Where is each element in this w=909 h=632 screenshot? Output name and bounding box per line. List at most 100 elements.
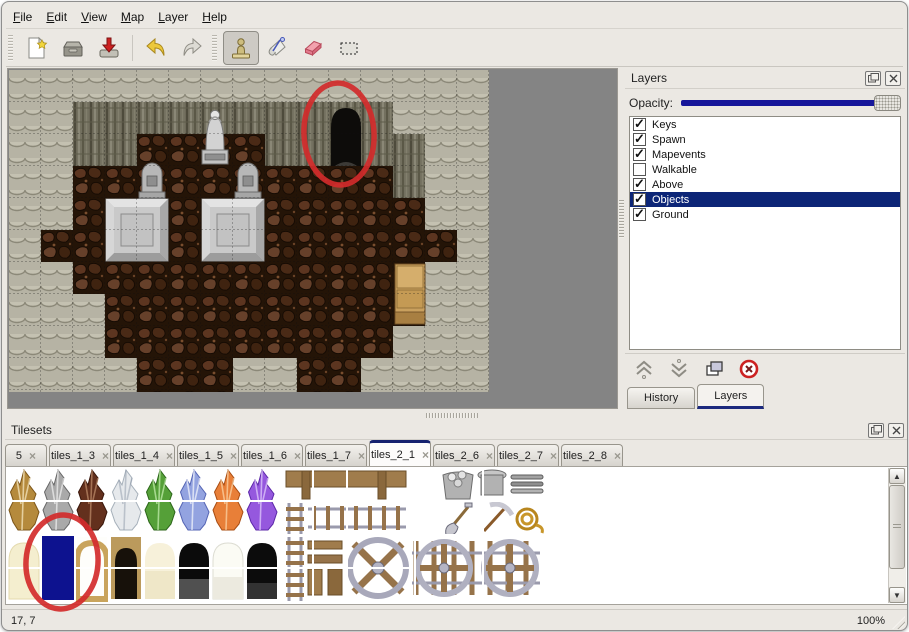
opacity-slider[interactable] (681, 95, 901, 111)
panel-tab[interactable]: Layers (697, 384, 764, 409)
panel-tab[interactable]: History (627, 387, 695, 409)
layer-visibility-checkbox[interactable] (633, 163, 646, 176)
float-icon (868, 73, 879, 83)
tileset-content[interactable]: ▲ ▼ (5, 466, 908, 605)
tilesets-panel-titlebar: Tilesets (5, 421, 908, 440)
tilesets-panel-title: Tilesets (5, 423, 868, 437)
opacity-slider-track[interactable] (681, 100, 899, 106)
redo-button[interactable] (174, 31, 210, 65)
float-panel-button[interactable] (865, 71, 881, 86)
selected-tile-highlight[interactable] (42, 536, 74, 600)
menu-item[interactable]: View (74, 8, 114, 26)
menu-item[interactable]: Map (114, 8, 151, 26)
layer-row[interactable]: Above (630, 177, 900, 192)
horizontal-splitter[interactable] (2, 409, 908, 421)
tileset-tab-label: tiles_2_8 (563, 450, 607, 462)
opacity-row: Opacity: (629, 92, 901, 114)
undo-button[interactable] (138, 31, 174, 65)
map-tiles[interactable] (9, 70, 489, 392)
float-panel-button[interactable] (868, 423, 884, 438)
map-editor-window: FileEditViewMapLayerHelp (1, 1, 908, 631)
save-icon (96, 35, 122, 61)
tileset-tab-label: tiles_2_7 (499, 450, 543, 462)
open-folder-icon (60, 35, 86, 61)
save-map-button[interactable] (91, 31, 127, 65)
tab-close-icon[interactable] (550, 450, 557, 462)
tab-close-icon[interactable] (166, 450, 173, 462)
tilesets-panel: Tilesets 5 tiles (5, 421, 908, 607)
layer-name: Mapevents (652, 149, 706, 161)
splitter-grip[interactable] (619, 200, 624, 238)
tileset-tab[interactable]: tiles_2_7 (497, 444, 559, 467)
layer-row[interactable]: Mapevents (630, 147, 900, 162)
layer-row[interactable]: Objects (630, 192, 900, 207)
tileset-tab[interactable]: tiles_1_4 (113, 444, 175, 467)
eraser-tool-button[interactable] (295, 31, 331, 65)
close-icon (892, 426, 901, 435)
tileset-scrollbar[interactable]: ▲ ▼ (888, 468, 906, 603)
new-map-button[interactable] (19, 31, 55, 65)
tab-close-icon[interactable] (486, 450, 493, 462)
tileset-tab[interactable]: tiles_2_6 (433, 444, 495, 467)
fill-tool-button[interactable] (259, 31, 295, 65)
layer-visibility-checkbox[interactable] (633, 193, 646, 206)
tab-close-icon[interactable] (294, 450, 301, 462)
lower-layer-button[interactable] (666, 357, 691, 381)
tileset-tab[interactable]: tiles_1_3 (49, 444, 111, 467)
map-canvas[interactable] (7, 68, 618, 409)
layer-visibility-checkbox[interactable] (633, 178, 646, 191)
tileset-tab[interactable]: tiles_1_6 (241, 444, 303, 467)
delete-layer-button[interactable] (736, 357, 761, 381)
toolbar-grip[interactable] (212, 35, 217, 61)
tab-close-icon[interactable] (29, 450, 36, 462)
tileset-tab-label: tiles_1_7 (307, 450, 351, 462)
tileset-tab[interactable]: tiles_1_5 (177, 444, 239, 467)
tileset-tiles[interactable] (6, 467, 566, 604)
layer-row[interactable]: Ground (630, 207, 900, 222)
splitter-grip[interactable] (426, 413, 478, 418)
tileset-tab-label: tiles_1_4 (115, 450, 159, 462)
tileset-tab[interactable]: 5 (5, 444, 47, 467)
open-map-button[interactable] (55, 31, 91, 65)
tab-close-icon[interactable] (230, 450, 237, 462)
lower-layer-icon (668, 358, 690, 380)
scroll-up-button[interactable]: ▲ (889, 468, 905, 484)
opacity-slider-handle[interactable] (874, 95, 901, 111)
close-panel-button[interactable] (885, 71, 901, 86)
toolbar-grip[interactable] (8, 35, 13, 61)
tab-close-icon[interactable] (358, 450, 365, 462)
scrollbar-thumb[interactable] (889, 485, 905, 569)
layer-row[interactable]: Walkable (630, 162, 900, 177)
tab-close-icon[interactable] (102, 450, 109, 462)
layer-visibility-checkbox[interactable] (633, 208, 646, 221)
scroll-down-button[interactable]: ▼ (889, 587, 905, 603)
layer-visibility-checkbox[interactable] (633, 148, 646, 161)
layer-name: Ground (652, 209, 689, 221)
duplicate-layer-icon (703, 358, 725, 380)
prop-tiles[interactable] (443, 470, 543, 535)
vertical-splitter[interactable] (618, 68, 625, 409)
layers-panel-title: Layers (625, 71, 865, 85)
layer-row[interactable]: Spawn (630, 132, 900, 147)
redo-icon (179, 35, 205, 61)
tileset-tab[interactable]: tiles_2_8 (561, 444, 623, 467)
layer-visibility-checkbox[interactable] (633, 133, 646, 146)
menu-item[interactable]: File (6, 8, 39, 26)
close-panel-button[interactable] (888, 423, 904, 438)
stamp-icon (228, 35, 254, 61)
layer-name: Walkable (652, 164, 697, 176)
layer-row[interactable]: Keys (630, 117, 900, 132)
tileset-tab[interactable]: tiles_1_7 (305, 444, 367, 467)
tileset-tab[interactable]: tiles_2_1 (369, 440, 431, 467)
tab-close-icon[interactable] (422, 449, 429, 461)
menu-item[interactable]: Edit (39, 8, 74, 26)
select-tool-button[interactable] (331, 31, 367, 65)
raise-layer-button[interactable] (631, 357, 656, 381)
duplicate-layer-button[interactable] (701, 357, 726, 381)
toolbar (6, 30, 903, 65)
layer-visibility-checkbox[interactable] (633, 118, 646, 131)
menu-item[interactable]: Layer (151, 8, 195, 26)
menu-item[interactable]: Help (195, 8, 234, 26)
tab-close-icon[interactable] (614, 450, 621, 462)
stamp-tool-button[interactable] (223, 31, 259, 65)
